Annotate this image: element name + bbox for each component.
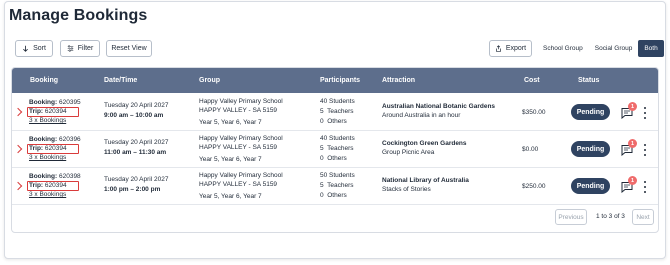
participants-others: 0 Others — [320, 192, 347, 199]
booking-time: 1:00 pm – 2:00 pm — [104, 186, 161, 193]
group-location: HAPPY VALLEY - SA 5159 — [199, 144, 278, 151]
export-label: Export — [505, 45, 527, 52]
participants-students: 40 Students — [320, 98, 355, 105]
table-row: Booking: 620398 Trip: 620394 3 x Booking… — [12, 168, 658, 205]
next-page-button[interactable]: Next — [632, 209, 654, 225]
booking-cost: $0.00 — [522, 146, 539, 153]
booking-id: 620396 — [58, 136, 81, 143]
group-type-toggle: School Group Social Group Both — [537, 40, 664, 57]
row-pointer-icon — [13, 144, 23, 154]
filter-label: Filter — [77, 45, 94, 52]
header-status[interactable]: Status — [578, 77, 599, 84]
group-years: Year 5, Year 6, Year 7 — [199, 193, 262, 200]
booking-id: 620395 — [58, 99, 81, 106]
kebab-icon[interactable] — [643, 181, 647, 193]
booking-date: Tuesday 20 April 2027 — [104, 176, 169, 183]
booking-date: Tuesday 20 April 2027 — [104, 102, 169, 109]
bookings-link[interactable]: 3 x Bookings — [29, 190, 66, 200]
reset-view-button[interactable]: Reset View — [106, 40, 152, 57]
sliders-icon — [67, 45, 74, 52]
table-row: Booking: 620395 Trip: 620394 3 x Booking… — [12, 94, 658, 131]
kebab-icon[interactable] — [643, 144, 647, 156]
notification-count-badge: 1 — [628, 102, 637, 111]
header-attraction[interactable]: Attraction — [382, 77, 415, 84]
booking-id: 620398 — [58, 173, 81, 180]
kebab-icon[interactable] — [643, 107, 647, 119]
booking-cost: $350.00 — [522, 109, 546, 116]
header-date-time[interactable]: Date/Time — [104, 77, 137, 84]
segment-social-group[interactable]: Social Group — [589, 40, 639, 57]
booking-time: 9:00 am – 10:00 am — [104, 112, 164, 119]
sort-button[interactable]: Sort — [15, 40, 53, 57]
row-pointer-icon — [13, 181, 23, 191]
participants-teachers: 5 Teachers — [320, 145, 354, 152]
notification-count-badge: 1 — [628, 176, 637, 185]
attraction-detail: Group Picnic Area — [382, 149, 435, 156]
status-badge[interactable]: Pending — [571, 178, 610, 194]
bookings-link[interactable]: 3 x Bookings — [29, 116, 66, 126]
status-badge[interactable]: Pending — [571, 141, 610, 157]
participants-students: 40 Students — [320, 135, 355, 142]
group-location: HAPPY VALLEY - SA 5159 — [199, 107, 278, 114]
segment-both[interactable]: Both — [638, 40, 664, 57]
filter-button[interactable]: Filter — [60, 40, 100, 57]
header-participants[interactable]: Participants — [320, 77, 360, 84]
header-booking[interactable]: Booking — [30, 77, 58, 84]
export-icon — [495, 45, 501, 52]
participants-others: 0 Others — [320, 155, 347, 162]
arrow-down-icon — [23, 45, 28, 52]
row-pointer-icon — [13, 107, 23, 117]
booking-cost: $250.00 — [522, 183, 546, 190]
booking-date: Tuesday 20 April 2027 — [104, 139, 169, 146]
participants-teachers: 5 Teachers — [320, 182, 354, 189]
participants-others: 0 Others — [320, 118, 347, 125]
notification-count-badge: 1 — [628, 139, 637, 148]
booking-time: 11:00 am – 11:30 am — [104, 149, 167, 156]
header-cost[interactable]: Cost — [524, 77, 540, 84]
previous-page-button[interactable]: Previous — [555, 209, 587, 225]
sort-label: Sort — [33, 45, 46, 52]
participants-students: 50 Students — [320, 172, 355, 179]
group-years: Year 5, Year 6, Year 7 — [199, 156, 262, 163]
bookings-link[interactable]: 3 x Bookings — [29, 153, 66, 163]
table-header: Booking Date/Time Group Participants Att… — [12, 68, 658, 93]
group-location: HAPPY VALLEY - SA 5159 — [199, 181, 278, 188]
header-group[interactable]: Group — [199, 77, 220, 84]
table-row: Booking: 620396 Trip: 620394 3 x Booking… — [12, 131, 658, 168]
reset-view-label: Reset View — [111, 45, 147, 52]
group-years: Year 5, Year 6, Year 7 — [199, 119, 262, 126]
export-button[interactable]: Export — [489, 40, 532, 57]
segment-school-group[interactable]: School Group — [537, 40, 589, 57]
status-badge[interactable]: Pending — [571, 104, 610, 120]
attraction-detail: Around Australia in an hour — [382, 112, 461, 119]
page-title: Manage Bookings — [9, 7, 148, 24]
attraction-detail: Stacks of Stories — [382, 186, 431, 193]
participants-teachers: 5 Teachers — [320, 108, 354, 115]
pagination-info: 1 to 3 of 3 — [596, 213, 625, 220]
